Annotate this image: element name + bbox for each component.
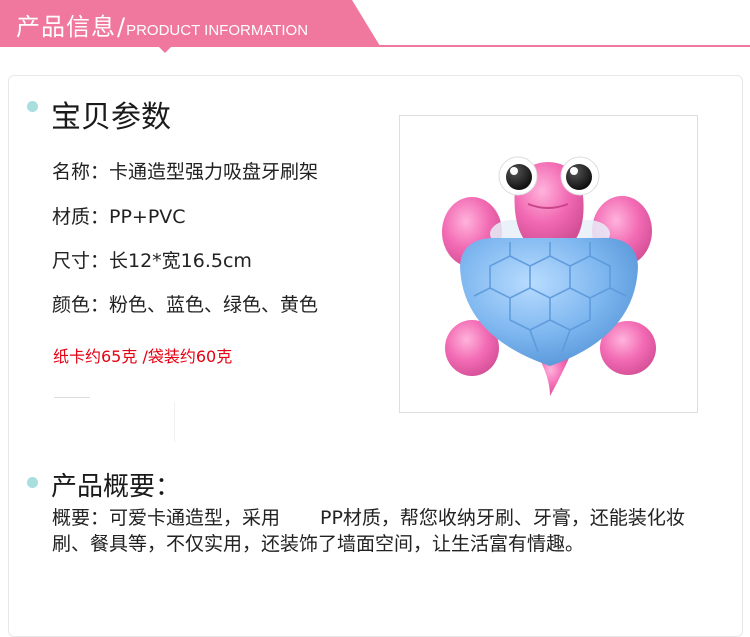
turtle-pupil-right [566,164,592,190]
param-colors: 颜色：粉色、蓝色、绿色、黄色 [52,294,319,316]
overview-text-part1: 概要：可爱卡通造型，采用 [52,507,281,529]
overview-text: 概要：可爱卡通造型，采用 PP材质，帮您收纳牙刷、牙膏，还能装化妆刷、餐具等，不仅… [52,505,702,557]
param-name: 名称：卡通造型强力吸盘牙刷架 [52,161,319,183]
overview-heading: 产品概要： [51,472,182,502]
bullet-dot-params [27,101,38,112]
turtle-pupil-left [506,164,532,190]
turtle-toothbrush-holder-illustration [442,156,656,396]
param-weight: 纸卡约65克 /袋装约60克 [53,347,233,366]
param-size: 尺寸：长12*宽16.5cm [52,250,252,272]
section-header: 产品信息 / PRODUCT INFORMATION [16,7,308,41]
header-underline [0,45,750,47]
params-heading: 宝贝参数 [51,100,171,135]
divider-faint [174,402,175,442]
product-image [399,115,698,413]
param-material: 材质：PP+PVC [52,206,186,228]
eye-highlight-right [570,167,578,175]
header-title-cn: 产品信息 [16,13,116,41]
header-notch [158,46,172,53]
eye-highlight-left [510,167,518,175]
header-separator: / [117,13,126,41]
header-title-en: PRODUCT INFORMATION [126,22,309,39]
divider-short [54,397,90,398]
bullet-dot-overview [27,477,38,488]
